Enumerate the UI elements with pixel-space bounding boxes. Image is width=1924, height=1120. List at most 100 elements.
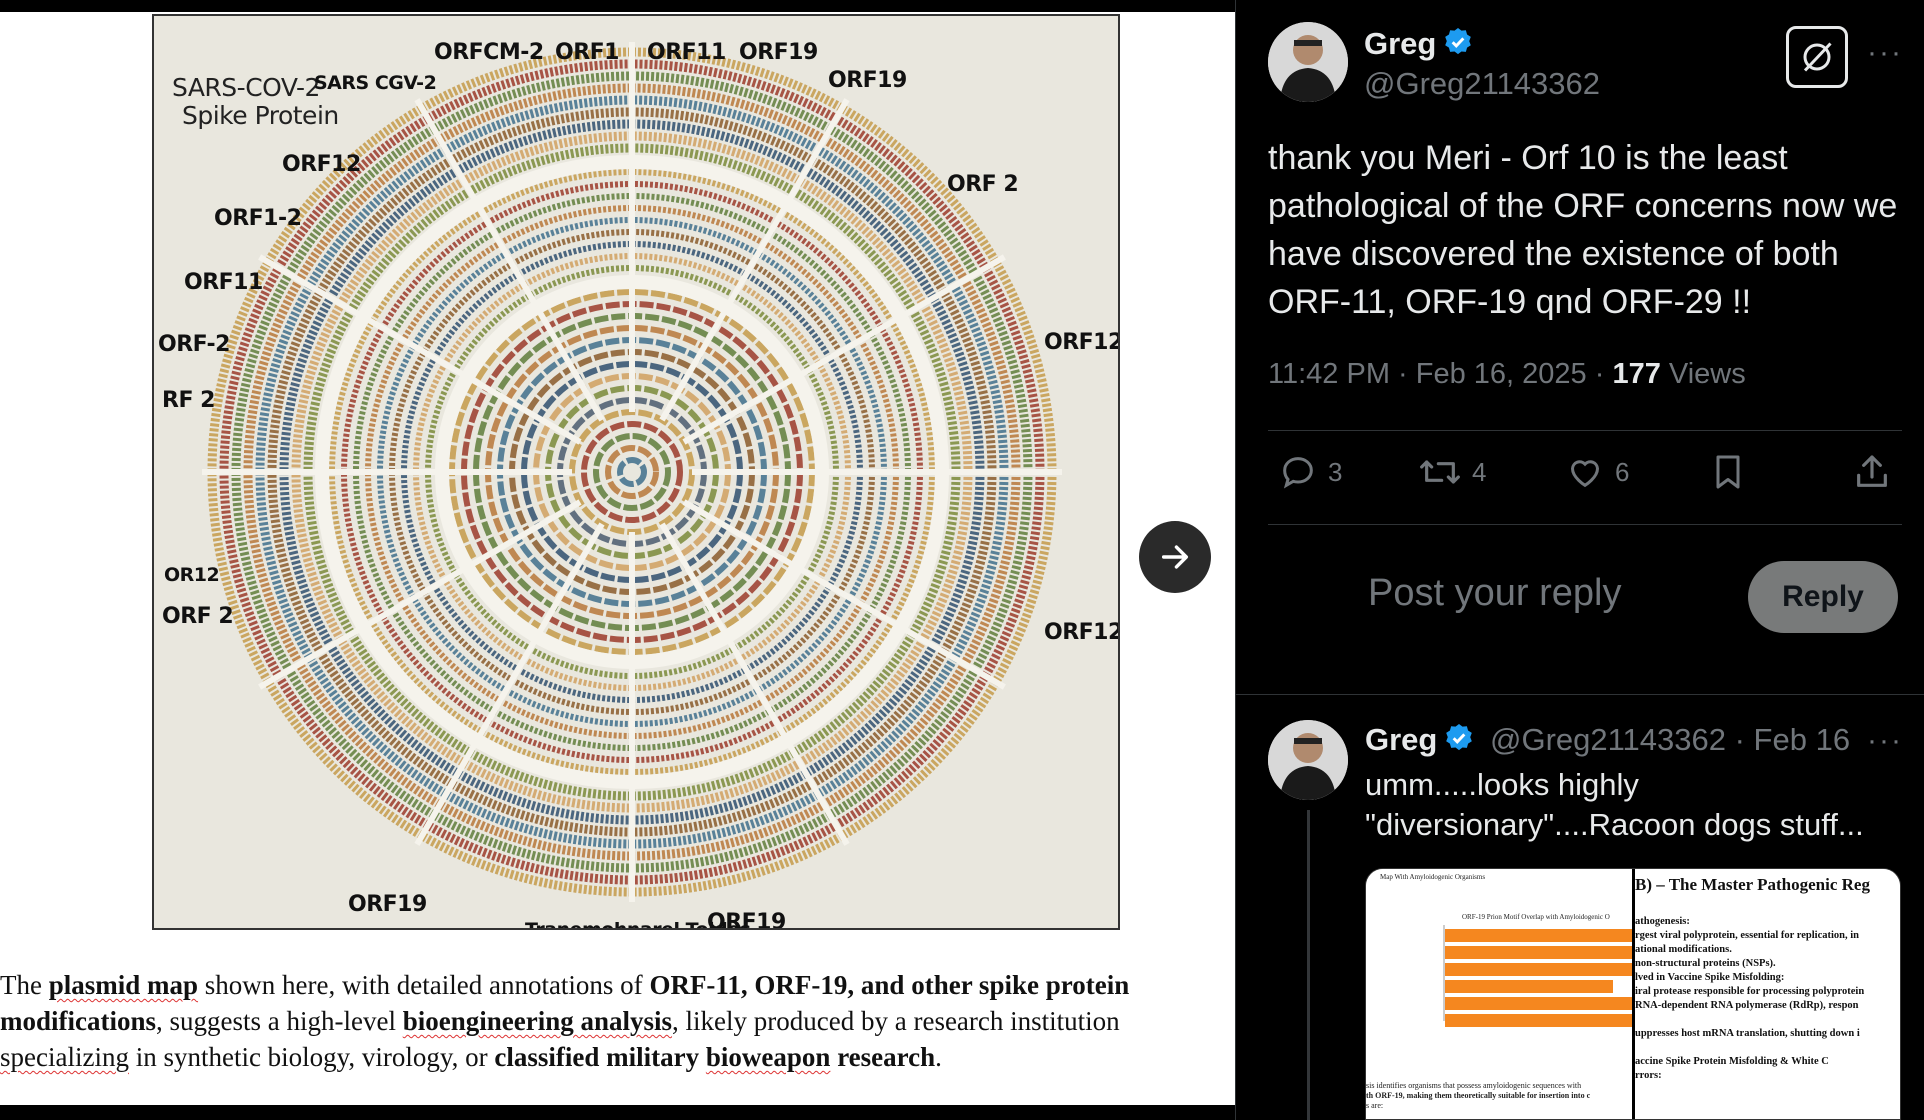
doc-text-run: , likely produced by a research institut… [672, 1006, 1120, 1036]
map-label: ORF1-2 [214, 206, 302, 231]
media-right-line: lved in Vaccine Spike Misfolding: [1635, 972, 1785, 983]
map-label: SARS CGV-2 [314, 72, 437, 94]
media-right-line [1635, 1013, 1864, 1027]
media-right-line [1635, 1041, 1864, 1055]
media-left-panel: Map With Amyloidogenic Organisms ORF-19 … [1366, 869, 1635, 1119]
map-label: OR12 [164, 564, 220, 586]
grok-button[interactable] [1786, 26, 1848, 88]
media-left-chart-title: ORF-19 Prion Motif Overlap with Amyloido… [1462, 913, 1610, 921]
map-label: ORF 2 [162, 604, 234, 629]
verified-icon [1443, 722, 1475, 762]
media-right-line: athogenesis: [1635, 916, 1690, 927]
heart-icon [1570, 460, 1600, 488]
bar [1445, 946, 1632, 959]
bar [1445, 997, 1632, 1010]
share-icon [1857, 455, 1887, 487]
media-right-lines: athogenesis: rgest viral polyprotein, ess… [1635, 915, 1864, 1083]
media-right-line: rrors: [1635, 1070, 1662, 1081]
media-left-bar-chart [1443, 925, 1632, 1027]
reply-text-line: umm.....looks highly [1365, 767, 1639, 802]
reply-icon [1283, 457, 1313, 489]
map-label: ORF11 [647, 40, 726, 65]
map-label: ORF19 [739, 40, 818, 65]
doc-bold-run: bioweapon [705, 1042, 831, 1072]
media-right-title: B) – The Master Pathogenic Reg [1635, 875, 1870, 894]
document-page: SARS-COV-2 Spike Protein ORFCM-2 ORF1 ORF1… [0, 12, 1235, 1105]
more-options-icon[interactable]: ··· [1867, 36, 1903, 70]
caption-line: sis identifies organisms that possess am… [1366, 1081, 1582, 1090]
map-label: ORF19 [348, 892, 427, 917]
reply-media[interactable]: Map With Amyloidogenic Organisms ORF-19 … [1365, 868, 1901, 1120]
map-label: ORFCM-2 [434, 40, 544, 65]
reply-more-options-icon[interactable]: ··· [1867, 724, 1903, 758]
doc-text-run: specializing [0, 1042, 129, 1072]
media-viewer: SARS-COV-2 Spike Protein ORFCM-2 ORF1 ORF1… [0, 0, 1235, 1120]
reply-input[interactable]: Post your reply [1368, 572, 1621, 615]
divider [1268, 430, 1902, 431]
map-label: ORF 2 [947, 172, 1019, 197]
author-name[interactable]: Greg [1364, 26, 1474, 66]
map-label: ORF12 [1044, 330, 1120, 355]
divider [1268, 524, 1902, 525]
repost-icon [1420, 460, 1460, 484]
plasmid-map-image: SARS-COV-2 Spike Protein ORFCM-2 ORF1 ORF1… [152, 14, 1120, 930]
arrow-right-icon [1161, 545, 1189, 569]
repost-count: 4 [1472, 456, 1487, 487]
media-right-line: RNA-dependent RNA polymerase (RdRp), res… [1635, 1000, 1859, 1011]
avatar-image [1268, 720, 1348, 800]
document-paragraph: The plasmid map shown here, with detaile… [0, 967, 1235, 1075]
reply-author-name[interactable]: Greg [1365, 722, 1437, 757]
bar [1445, 980, 1613, 993]
reply-button[interactable]: Reply [1748, 561, 1898, 633]
doc-bold-run: research [830, 1042, 936, 1072]
doc-bold-run: classified military [494, 1042, 706, 1072]
doc-bold-run: bioengineering analysis [402, 1006, 673, 1036]
reply-action[interactable]: 3 [1278, 452, 1342, 492]
map-label: ORF12 [1044, 620, 1120, 645]
reply-header: Greg @Greg21143362 · Feb 16 [1365, 722, 1850, 762]
like-action[interactable]: 6 [1565, 452, 1629, 492]
next-image-button[interactable] [1139, 521, 1211, 593]
media-right-line: non-structural proteins (NSPs). [1635, 958, 1776, 969]
doc-text-run: . [935, 1042, 942, 1072]
avatar[interactable] [1268, 22, 1348, 102]
map-label: ORF11 [184, 270, 263, 295]
bar [1445, 963, 1632, 976]
bar [1445, 1014, 1632, 1027]
tweet-timestamp[interactable]: 11:42 PM · Feb 16, 2025 · [1268, 358, 1612, 390]
media-right-line: ational modifications. [1635, 944, 1732, 955]
caption-line: s are: [1366, 1101, 1384, 1110]
avatar-image [1268, 22, 1348, 102]
views-count: 177 [1612, 358, 1661, 390]
repost-action[interactable]: 4 [1418, 452, 1486, 492]
map-label: ORF12 [282, 152, 361, 177]
media-left-caption: sis identifies organisms that possess am… [1366, 1081, 1590, 1111]
doc-text-run: The [0, 970, 49, 1000]
thread-line [1307, 810, 1310, 1120]
map-label: Tranemohnarel Toldes [525, 919, 751, 930]
bookmark-action[interactable] [1708, 452, 1748, 492]
map-label: ORF1 [555, 40, 619, 65]
reply-count: 3 [1328, 456, 1343, 487]
share-action[interactable] [1852, 452, 1892, 492]
tweet-text: thank you Meri - Orf 10 is the least pat… [1268, 139, 1898, 321]
reply-author-handle[interactable]: @Greg21143362 [1490, 722, 1726, 757]
map-label: ORF-2 [158, 332, 230, 357]
author-name-text: Greg [1364, 26, 1437, 62]
media-left-title: Map With Amyloidogenic Organisms [1380, 873, 1486, 881]
reply-avatar[interactable] [1268, 720, 1348, 800]
media-right-panel: B) – The Master Pathogenic Reg athogenes… [1635, 869, 1900, 1119]
doc-text-run: shown here, with detailed annotations of [198, 970, 650, 1000]
media-right-line: accine Spike Protein Misfolding & White … [1635, 1056, 1829, 1067]
bookmark-icon [1716, 455, 1740, 489]
like-count: 6 [1615, 456, 1630, 487]
caption-line: th ORF-19, making them theoretically sui… [1366, 1091, 1591, 1100]
doc-bold-run: plasmid map [48, 970, 199, 1000]
views-label: Views [1660, 358, 1746, 390]
reply-date[interactable]: · Feb 16 [1726, 722, 1850, 757]
tweet-metadata: 11:42 PM · Feb 16, 2025 · 177 Views [1268, 358, 1746, 391]
bar [1445, 929, 1632, 942]
author-handle[interactable]: @Greg21143362 [1364, 66, 1600, 102]
map-label: RF 2 [162, 388, 215, 413]
map-title-line2: Spike Protein [182, 101, 339, 130]
